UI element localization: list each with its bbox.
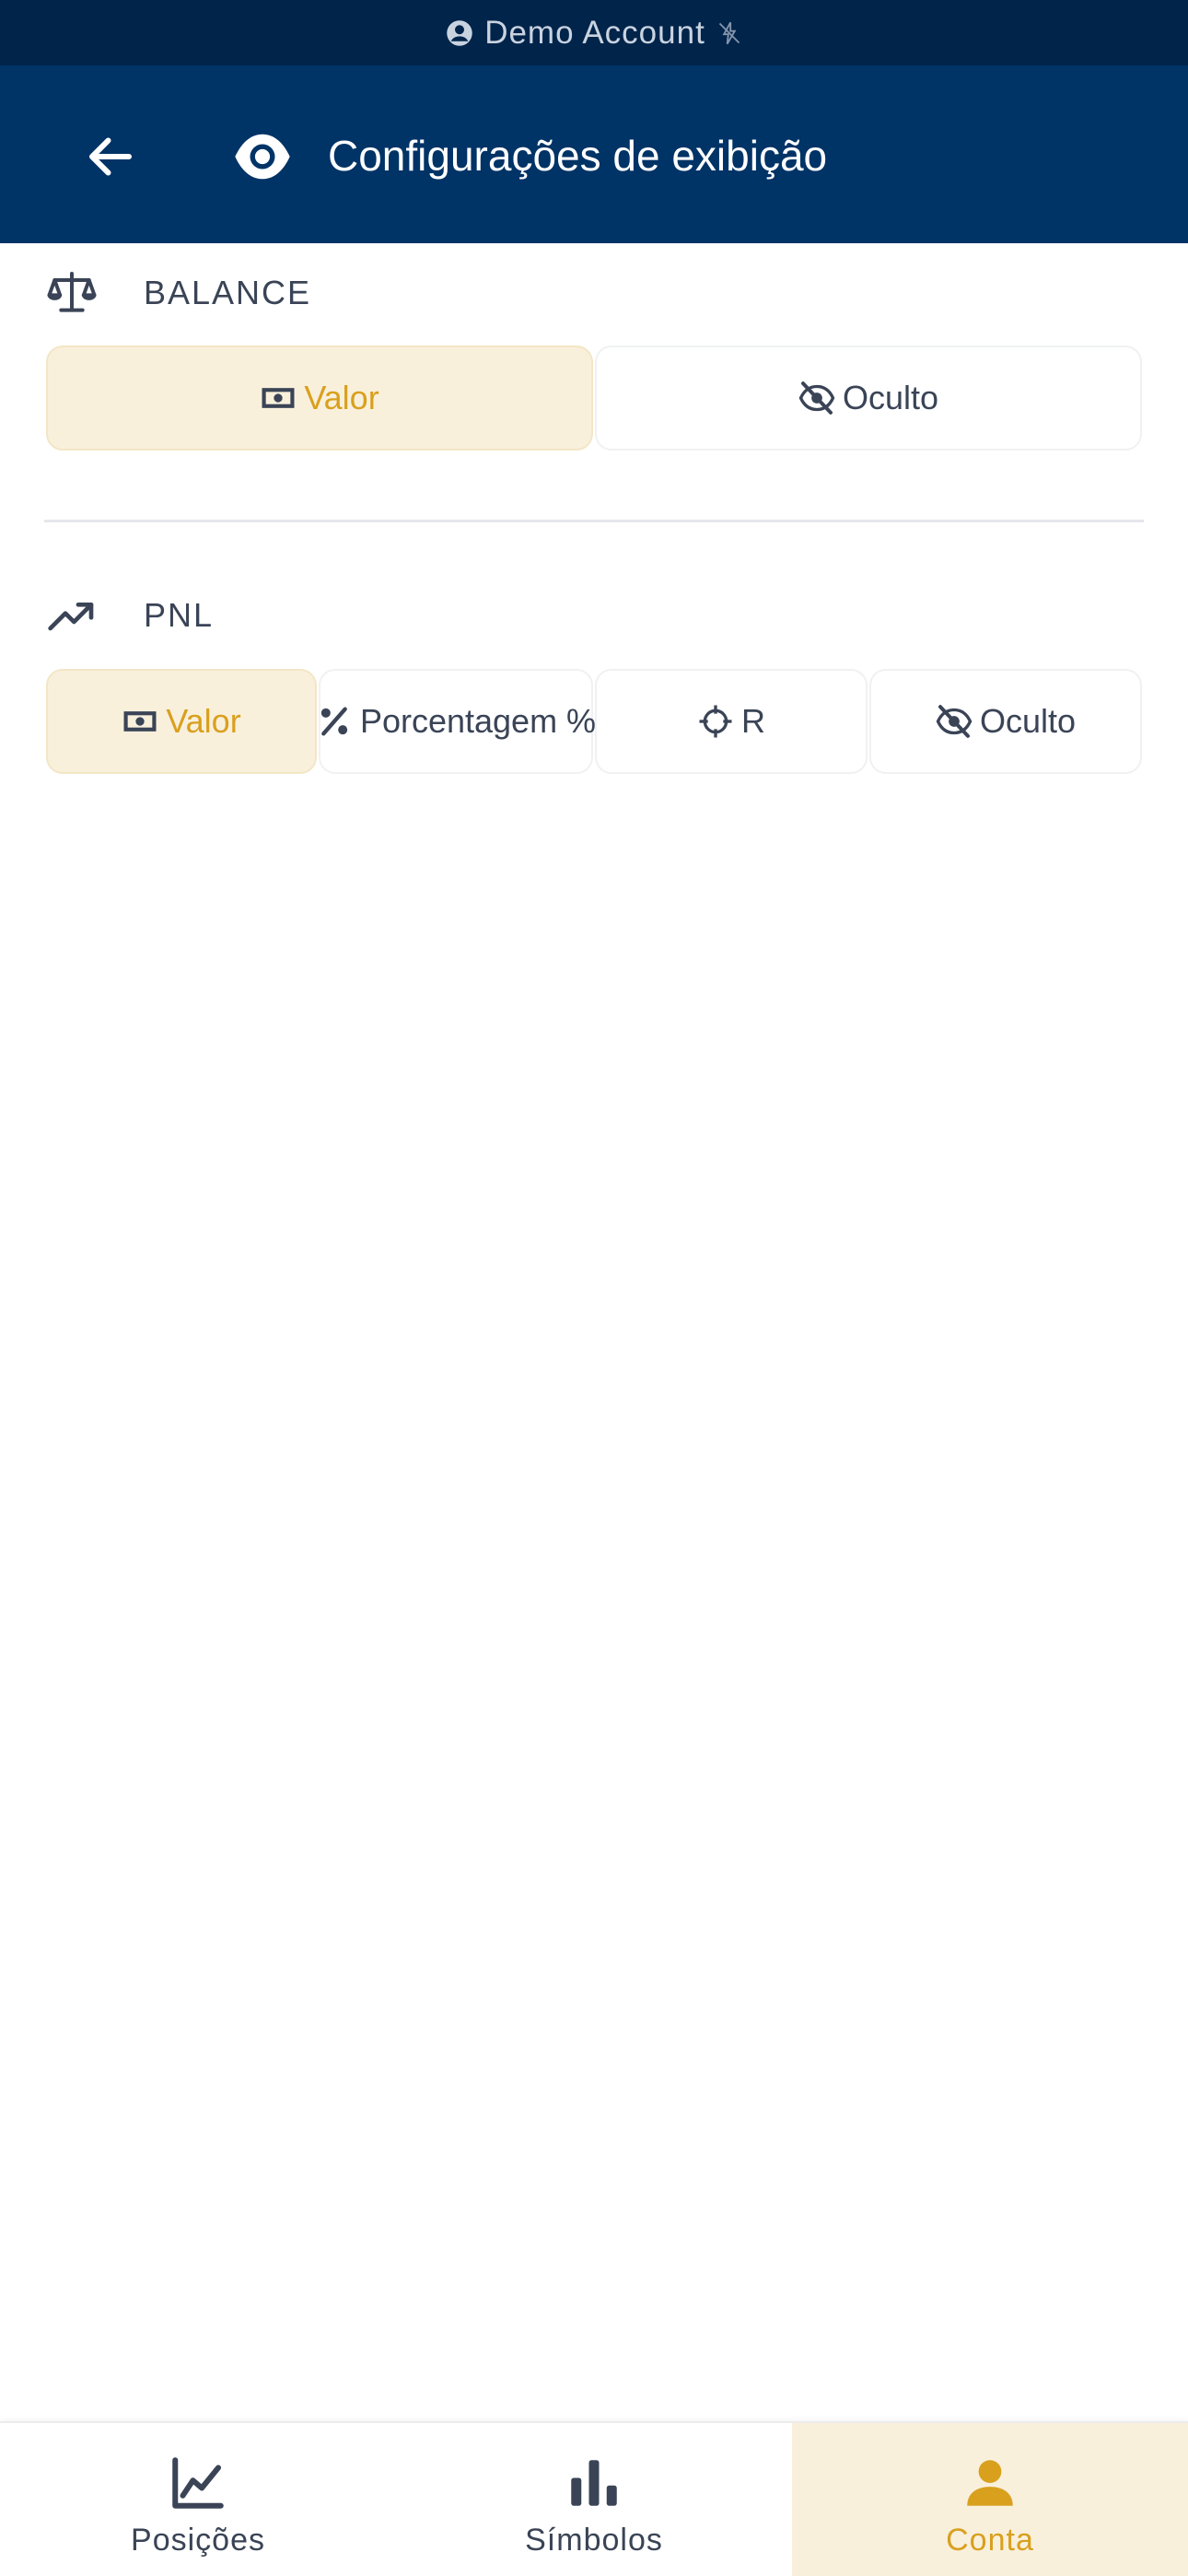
- account-circle-icon: [447, 19, 472, 46]
- nav-item-simbolos[interactable]: Símbolos: [396, 2423, 792, 2576]
- person-icon: [967, 2460, 1013, 2506]
- balance-section-header: BALANCE: [46, 267, 309, 319]
- chart-line-icon: [172, 2457, 224, 2509]
- pnl-option-label: Oculto: [979, 702, 1077, 740]
- balance-option-label: Valor: [304, 379, 379, 416]
- pnl-option-oculto[interactable]: Oculto: [869, 669, 1142, 774]
- nav-label: Conta: [946, 2523, 1034, 2558]
- pnl-option-label: Valor: [166, 702, 241, 740]
- nav-item-conta[interactable]: Conta: [792, 2423, 1188, 2576]
- balance-label: BALANCE: [144, 274, 312, 311]
- balance-option-label: Oculto: [842, 379, 939, 416]
- pnl-option-valor[interactable]: Valor: [46, 669, 317, 774]
- eye-off-icon: [936, 705, 973, 738]
- pnl-option-r[interactable]: R: [595, 669, 868, 774]
- money-icon: [123, 711, 157, 732]
- nav-label: Símbolos: [525, 2523, 663, 2558]
- pnl-section-header: PNL: [46, 590, 212, 641]
- status-bar: Demo Account: [0, 0, 1188, 65]
- pnl-option-label: R: [741, 702, 765, 740]
- money-icon: [262, 388, 295, 408]
- page-title: Configurações de exibição: [328, 132, 828, 180]
- section-divider: [44, 520, 1144, 522]
- pnl-option-porcentagem[interactable]: Porcentagem %: [319, 669, 597, 774]
- pnl-label: PNL: [144, 596, 215, 634]
- crosshair-icon: [699, 705, 732, 738]
- scale-icon: [47, 272, 97, 312]
- back-arrow-icon[interactable]: [83, 129, 138, 184]
- eye-icon: [235, 134, 290, 180]
- pnl-option-label: Porcentagem %: [359, 702, 597, 740]
- nav-label: Posições: [131, 2523, 265, 2558]
- bottom-navigation: Posições Símbolos Conta: [0, 2421, 1188, 2576]
- offline-bolt-icon: [718, 21, 740, 44]
- balance-option-valor[interactable]: Valor: [46, 345, 593, 451]
- trending-up-icon: [48, 603, 94, 631]
- nav-item-posicoes[interactable]: Posições: [0, 2423, 396, 2576]
- percent-icon: [320, 707, 348, 736]
- balance-option-oculto[interactable]: Oculto: [595, 345, 1142, 451]
- bar-chart-icon: [571, 2460, 617, 2506]
- account-mode-label: Demo Account: [484, 14, 705, 51]
- eye-off-icon: [798, 381, 835, 415]
- app-bar: Configurações de exibição: [0, 65, 1188, 243]
